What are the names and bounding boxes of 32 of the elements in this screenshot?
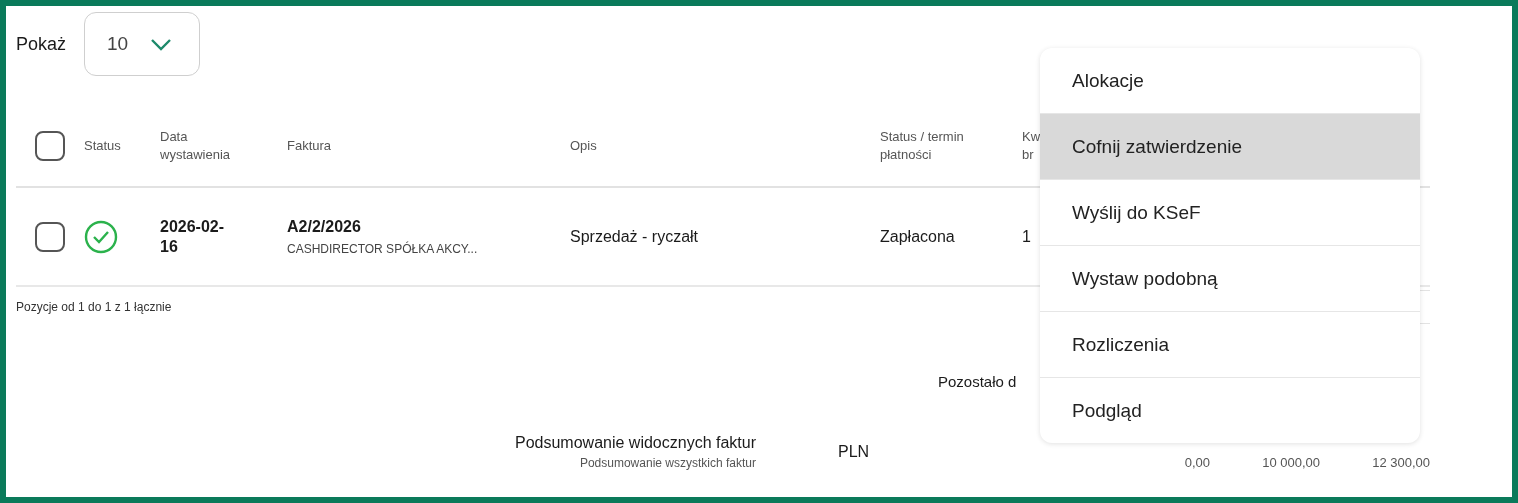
page-size-select[interactable]: 10 bbox=[84, 12, 201, 76]
column-header: Opis bbox=[570, 137, 597, 155]
column-header: Kw bbox=[1022, 128, 1041, 146]
currency-label: PLN bbox=[838, 443, 870, 461]
page-size-label: Pokaż bbox=[16, 33, 67, 55]
column-header: br bbox=[1022, 146, 1034, 164]
column-header: Status bbox=[84, 137, 121, 155]
summary-value: 10 000,00 bbox=[1261, 455, 1320, 470]
table-cell: Sprzedaż - ryczałt bbox=[570, 227, 699, 246]
menu-item[interactable]: Podgląd bbox=[1040, 377, 1420, 443]
chevron-down-icon bbox=[150, 37, 173, 51]
column-header: Status / termin płatności bbox=[880, 128, 965, 164]
column-header: Faktura bbox=[287, 137, 332, 155]
menu-item[interactable]: Alokacje bbox=[1040, 48, 1420, 113]
summary-label: Podsumowanie wszystkich faktur bbox=[579, 456, 756, 470]
select-all-checkbox[interactable] bbox=[35, 131, 65, 161]
summary-label: Podsumowanie widocznych faktur bbox=[515, 434, 756, 452]
summary-label: Pozostało d bbox=[938, 373, 1017, 390]
range-info: Pozycje od 1 do 1 z 1 łącznie bbox=[16, 300, 172, 314]
menu-item[interactable]: Wystaw podobną bbox=[1040, 245, 1420, 311]
row-checkbox[interactable] bbox=[35, 221, 65, 252]
client-name: CASHDIRECTOR SPÓŁKA AKCY... bbox=[287, 241, 478, 256]
summary-value: 12 300,00 bbox=[1371, 455, 1430, 470]
menu-item[interactable]: Rozliczenia bbox=[1040, 311, 1420, 377]
menu-item[interactable]: Wyślij do KSeF bbox=[1040, 179, 1420, 245]
table-cell-text: 2026-02-16 bbox=[160, 216, 226, 257]
table-cell: Zapłacona bbox=[880, 227, 955, 246]
summary-value: 0,00 bbox=[1183, 455, 1210, 470]
menu-item[interactable]: Cofnij zatwierdzenie bbox=[1040, 113, 1420, 179]
invoice-number: A2/2/2026 bbox=[287, 217, 361, 236]
column-header: Data wystawienia bbox=[160, 128, 232, 164]
table-cell: 1 bbox=[1022, 227, 1031, 246]
